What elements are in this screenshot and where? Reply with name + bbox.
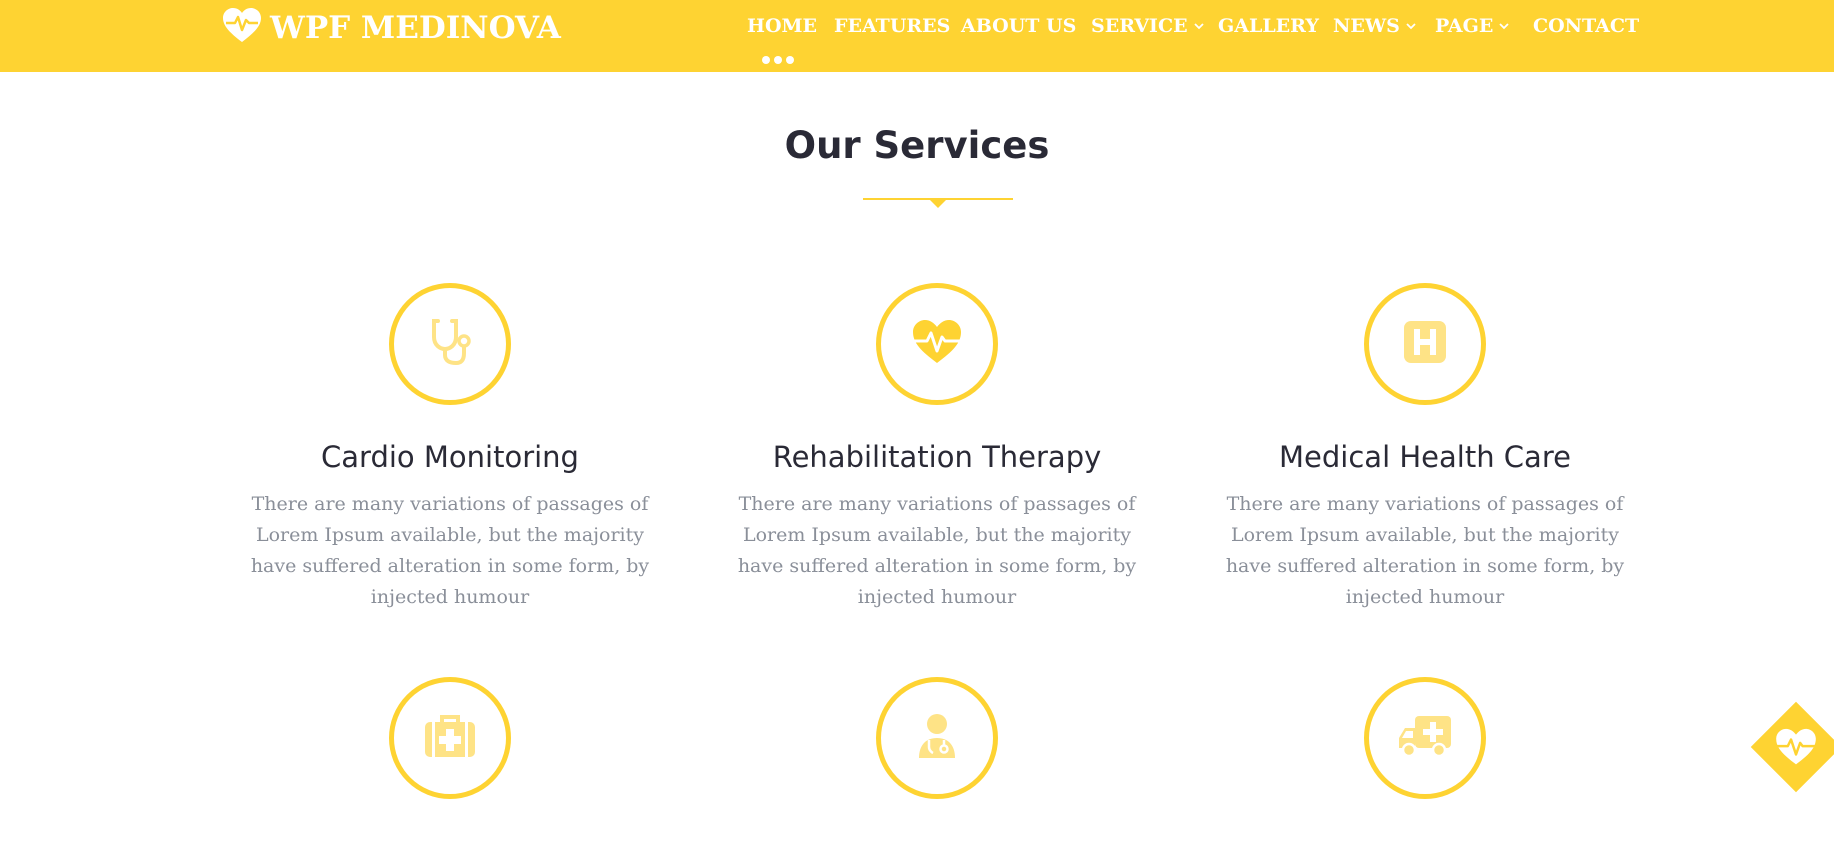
- chevron-down-icon: [1193, 22, 1204, 30]
- nav-item-about-us[interactable]: ABOUT US: [961, 12, 1076, 40]
- service-description: There are many variations of passages of…: [1225, 493, 1625, 608]
- service-title: Medical Health Care: [1279, 440, 1571, 474]
- service-icon-circle[interactable]: [389, 283, 511, 405]
- brand-logo[interactable]: WPF MEDINOVA: [222, 7, 561, 49]
- service-icon-circle[interactable]: [389, 677, 511, 799]
- chevron-down-icon: [1499, 22, 1509, 30]
- doctor-icon: [917, 713, 957, 764]
- nav-label: SERVICE: [1091, 15, 1188, 37]
- nav-label: HOME: [747, 15, 818, 37]
- heart-pulse-icon: [222, 7, 262, 49]
- brand-name: WPF MEDINOVA: [270, 10, 561, 46]
- nav-item-contact[interactable]: CONTACT: [1533, 12, 1639, 40]
- nav-item-home[interactable]: HOME: [747, 12, 817, 40]
- service-description: There are many variations of passages of…: [737, 493, 1137, 608]
- nav-label: GALLERY: [1218, 15, 1319, 37]
- nav-label: PAGE: [1435, 15, 1494, 37]
- service-icon-circle[interactable]: [1364, 283, 1486, 405]
- title-divider-arrow: [929, 199, 947, 208]
- nav-label: NEWS: [1333, 15, 1400, 37]
- heart-pulse-icon: [911, 319, 963, 370]
- nav-item-page[interactable]: PAGE: [1435, 12, 1509, 40]
- section-title: Our Services: [784, 124, 1050, 167]
- nav-item-gallery[interactable]: GALLERY: [1218, 12, 1319, 40]
- service-description: There are many variations of passages of…: [250, 493, 650, 608]
- hospital-h-icon: [1403, 320, 1447, 369]
- nav-label: ABOUT US: [961, 15, 1077, 37]
- service-icon-circle[interactable]: [876, 283, 998, 405]
- service-title: Cardio Monitoring: [321, 440, 579, 474]
- medical-kit-icon: [424, 714, 476, 763]
- ambulance-icon: [1397, 714, 1453, 763]
- active-indicator-dots: [762, 56, 794, 64]
- nav-item-service[interactable]: SERVICE: [1091, 12, 1204, 40]
- stethoscope-icon: [426, 317, 474, 372]
- nav-label: FEATURES: [834, 15, 951, 37]
- nav-item-features[interactable]: FEATURES: [834, 12, 950, 40]
- top-navbar: WPF MEDINOVA HOME FEATURES ABOUT US SERV…: [0, 0, 1834, 72]
- heart-pulse-icon[interactable]: [1770, 726, 1822, 768]
- chevron-down-icon: [1406, 22, 1416, 30]
- nav-item-news[interactable]: NEWS: [1333, 12, 1416, 40]
- nav-label: CONTACT: [1533, 15, 1640, 37]
- service-title: Rehabilitation Therapy: [772, 440, 1102, 474]
- service-icon-circle[interactable]: [1364, 677, 1486, 799]
- service-icon-circle[interactable]: [876, 677, 998, 799]
